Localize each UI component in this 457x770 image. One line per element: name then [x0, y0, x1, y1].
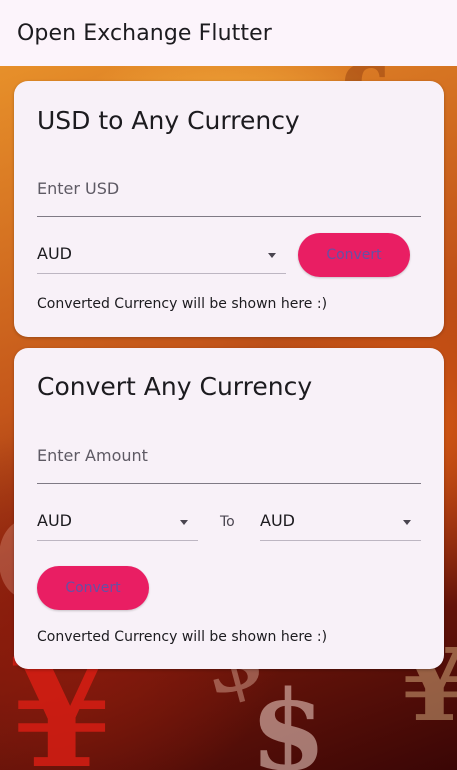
from-currency-dropdown[interactable]: AUD — [37, 503, 198, 541]
conversion-result-text: Converted Currency will be shown here :) — [37, 296, 328, 312]
dropdown-arrow-icon — [268, 253, 276, 258]
currency-dropdown-value: AUD — [37, 244, 72, 263]
dropdown-arrow-icon — [403, 520, 411, 525]
convert-any-card: Convert Any Currency Enter Amount AUD To… — [14, 348, 444, 669]
usd-to-any-card: USD to Any Currency Enter USD AUD Conver… — [14, 81, 444, 337]
conversion-result-text-any: Converted Currency will be shown here :) — [37, 629, 328, 645]
usd-amount-placeholder: Enter USD — [37, 179, 120, 198]
convert-any-button[interactable]: Convert — [37, 566, 149, 610]
card-title-usd: USD to Any Currency — [37, 106, 300, 135]
dropdown-arrow-icon — [180, 520, 188, 525]
app-bar: Open Exchange Flutter — [0, 0, 457, 66]
to-label: To — [220, 514, 235, 530]
dollar-symbol-decoration: $ — [250, 666, 327, 770]
app-title: Open Exchange Flutter — [17, 20, 272, 46]
card-title-any: Convert Any Currency — [37, 372, 313, 401]
amount-input[interactable]: Enter Amount — [37, 436, 421, 484]
from-currency-value: AUD — [37, 511, 72, 530]
to-currency-dropdown[interactable]: AUD — [260, 503, 421, 541]
to-currency-value: AUD — [260, 511, 295, 530]
currency-dropdown[interactable]: AUD — [37, 236, 286, 274]
convert-button[interactable]: Convert — [298, 233, 410, 277]
amount-placeholder: Enter Amount — [37, 446, 148, 465]
usd-amount-input[interactable]: Enter USD — [37, 169, 421, 217]
